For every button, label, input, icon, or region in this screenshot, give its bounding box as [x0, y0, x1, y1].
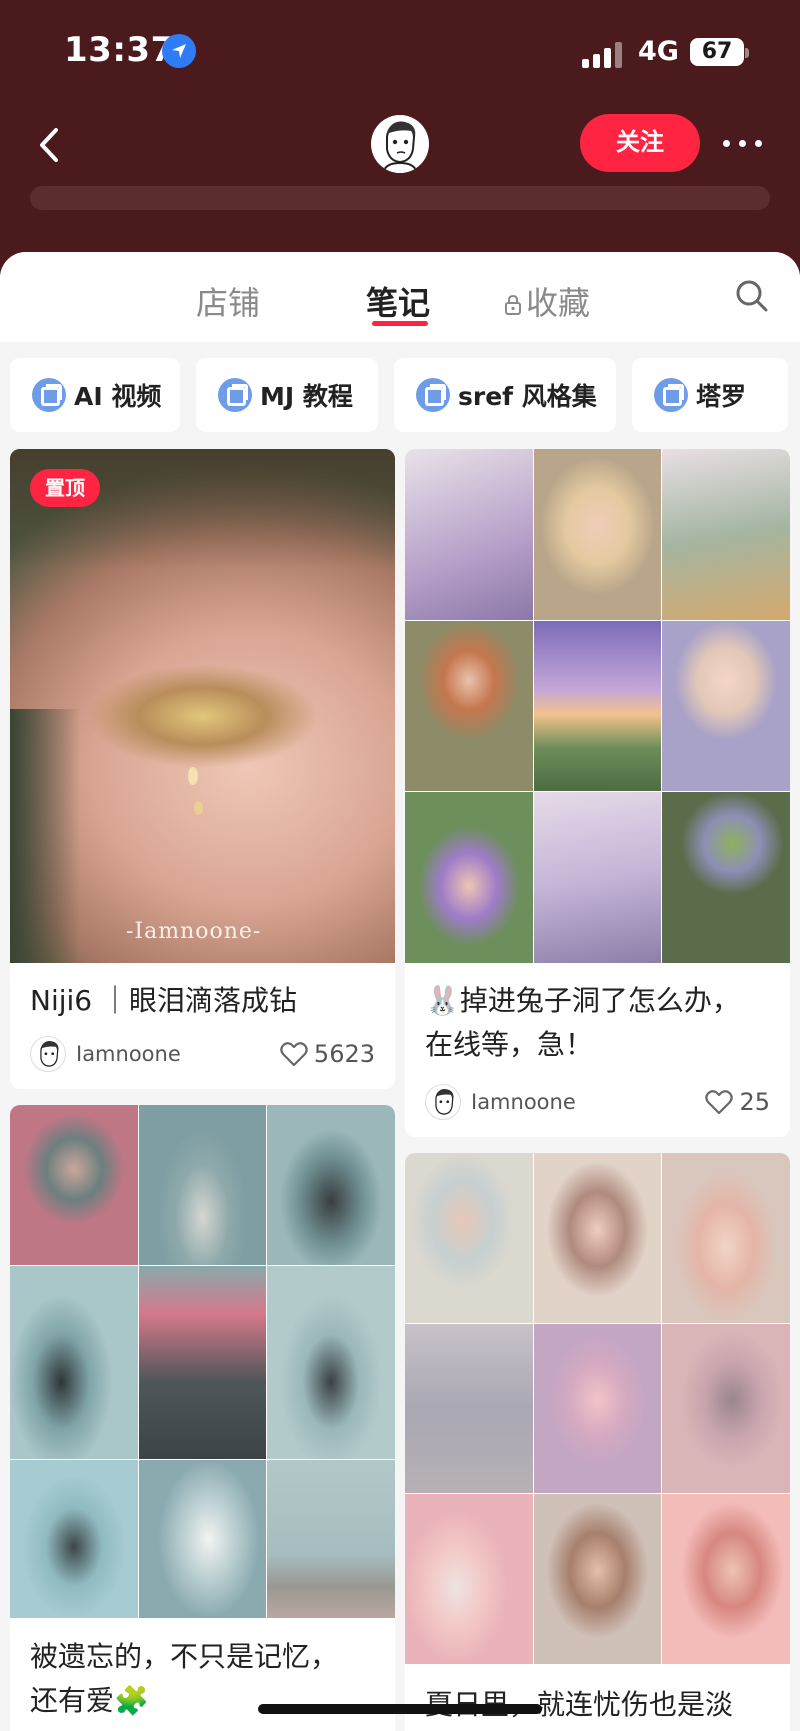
like-count: 25: [739, 1088, 770, 1116]
lock-icon: [504, 286, 522, 315]
chip-mj-tutorial[interactable]: MJ 教程: [196, 358, 378, 432]
collection-icon: [32, 378, 66, 412]
tab-shop[interactable]: 店铺: [196, 278, 260, 324]
more-options-icon[interactable]: [720, 130, 766, 156]
collection-chips: AI 视频 MJ 教程 sref 风格集 塔罗: [0, 342, 800, 442]
note-title: Niji6 ｜眼泪滴落成钻: [30, 984, 297, 1017]
author-name[interactable]: Iamnoone: [76, 1042, 280, 1066]
avatar[interactable]: [371, 115, 429, 173]
signal-icon: [582, 40, 626, 68]
location-icon: [162, 34, 196, 68]
author-avatar[interactable]: [425, 1084, 461, 1120]
collection-icon: [416, 378, 450, 412]
tab-bar: 店铺 笔记 收藏: [0, 252, 800, 342]
like-count: 5623: [313, 1040, 375, 1068]
note-meta: Iamnoone 25: [425, 1082, 770, 1122]
tab-notes[interactable]: 笔记: [366, 278, 430, 324]
network-type: 4G: [638, 36, 679, 67]
note-cover-image: [10, 449, 395, 963]
search-icon[interactable]: [734, 278, 770, 314]
status-bar: 13:37 4G 67: [0, 0, 800, 100]
note-card[interactable]: 夏日里，就连忧伤也是淡: [405, 1153, 790, 1731]
clock: 13:37: [64, 30, 175, 70]
chip-sref-style[interactable]: sref 风格集: [394, 358, 616, 432]
tab-collections-label: 收藏: [526, 284, 591, 322]
like-button[interactable]: 5623: [280, 1040, 375, 1068]
pinned-badge: 置顶: [30, 469, 100, 507]
collection-icon: [218, 378, 252, 412]
battery-icon: 67: [690, 38, 749, 66]
note-card[interactable]: 置顶 -Iamnoone- Niji6 ｜眼泪滴落成钻 Iamnoone 562…: [10, 449, 395, 1089]
note-cover-image: [405, 1153, 790, 1664]
profile-info-strip: [30, 186, 770, 210]
chip-tarot[interactable]: 塔罗: [632, 358, 788, 432]
image-watermark: -Iamnoone-: [126, 919, 262, 944]
author-avatar[interactable]: [30, 1036, 66, 1072]
chip-ai-video[interactable]: AI 视频: [10, 358, 180, 432]
back-icon[interactable]: [30, 118, 74, 172]
heart-icon: [705, 1090, 734, 1115]
like-button[interactable]: 25: [705, 1088, 770, 1116]
note-card[interactable]: 被遗忘的，不只是记忆， 还有爱🧩: [10, 1105, 395, 1731]
content-sheet: 店铺 笔记 收藏 AI 视频 MJ 教程 sref 风格集 塔罗 置顶 -Iam…: [0, 252, 800, 1731]
author-name[interactable]: Iamnoone: [471, 1090, 705, 1114]
home-indicator: [258, 1704, 542, 1714]
follow-button[interactable]: 关注: [580, 114, 700, 172]
collection-icon: [654, 378, 688, 412]
note-cover-image: [10, 1105, 395, 1618]
note-title: 🐰掉进兔子洞了怎么办， 在线等，急！: [425, 984, 740, 1061]
note-meta: Iamnoone 5623: [30, 1034, 375, 1074]
note-card[interactable]: 🐰掉进兔子洞了怎么办， 在线等，急！ Iamnoone 25: [405, 449, 790, 1137]
note-cover-image: [405, 449, 790, 963]
tab-collections[interactable]: 收藏: [504, 278, 590, 324]
heart-icon: [280, 1042, 308, 1067]
active-tab-indicator: [372, 321, 428, 326]
